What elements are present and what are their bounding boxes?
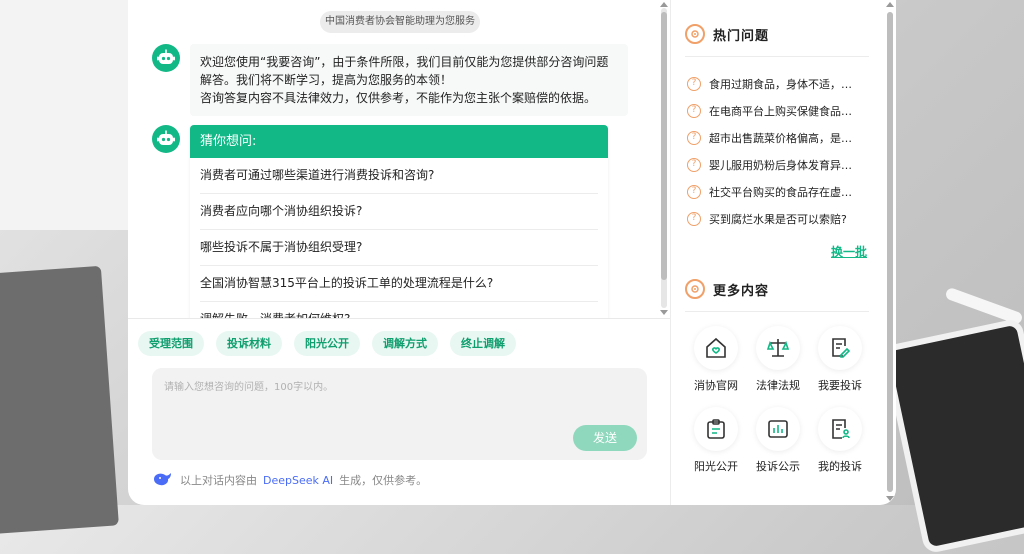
grid-label: 消协官网 xyxy=(694,379,738,392)
sidebar: 热门问题 ? 食用过期食品，身体不适，… ? 在电商平台上购买保健食品… ? 超… xyxy=(671,0,896,505)
chat-area: 中国消费者协会智能助理为您服务 欢迎您使用“我要咨询”，由于条件所限，我们目前仅… xyxy=(128,0,670,505)
grid-label: 法律法规 xyxy=(756,379,800,392)
suggested-question[interactable]: 全国消协智慧315平台上的投诉工单的处理流程是什么? xyxy=(200,266,598,302)
welcome-line-1: 欢迎您使用“我要咨询”，由于条件所限，我们目前仅能为您提供部分咨询问题解答。我们… xyxy=(200,55,609,87)
chat-header-title: 中国消费者协会智能助理为您服务 xyxy=(320,11,480,33)
scroll-up-arrow-icon[interactable] xyxy=(886,2,894,7)
suggested-questions-card: 猜你想问: 消费者可通过哪些渠道进行消费投诉和咨询? 消费者应向哪个消协组织投诉… xyxy=(190,125,608,318)
grid-label: 我的投诉 xyxy=(818,460,862,473)
chat-scrollbar[interactable] xyxy=(661,8,667,308)
edit-document-icon xyxy=(818,326,862,370)
more-item-laws[interactable]: 法律法规 xyxy=(747,326,809,393)
assistant-panel: 中国消费者协会智能助理为您服务 欢迎您使用“我要咨询”，由于条件所限，我们目前仅… xyxy=(128,0,896,505)
question-mark-icon: ? xyxy=(687,157,701,172)
welcome-message: 欢迎您使用“我要咨询”，由于条件所限，我们目前仅能为您提供部分咨询问题解答。我们… xyxy=(190,44,628,116)
more-item-official-site[interactable]: 消协官网 xyxy=(685,326,747,393)
deepseek-link[interactable]: DeepSeek AI xyxy=(263,474,333,487)
welcome-line-2: 咨询答复内容不具法律效力，仅供参考，不能作为您主张个案赔偿的依据。 xyxy=(200,91,597,105)
quick-topic-chips: 受理范围 投诉材料 阳光公开 调解方式 终止调解 xyxy=(138,331,516,356)
suggested-question[interactable]: 哪些投诉不属于消协组织受理? xyxy=(200,230,598,266)
clipboard-icon xyxy=(694,407,738,451)
refresh-button[interactable]: 换一批 xyxy=(831,243,867,260)
chip-mediation-method[interactable]: 调解方式 xyxy=(372,331,438,356)
hot-question-text: 社交平台购买的食品存在虚… xyxy=(709,185,852,199)
hot-question-item[interactable]: ? 在电商平台上购买保健食品… xyxy=(687,97,869,124)
divider xyxy=(128,318,670,319)
chip-materials[interactable]: 投诉材料 xyxy=(216,331,282,356)
hot-question-text: 婴儿服用奶粉后身体发育异… xyxy=(709,158,852,172)
hot-question-text: 超市出售蔬菜价格偏高，是… xyxy=(709,131,852,145)
suggested-question[interactable]: 消费者应向哪个消协组织投诉? xyxy=(200,194,598,230)
chip-end-mediation[interactable]: 终止调解 xyxy=(450,331,516,356)
grid-label: 阳光公开 xyxy=(694,460,738,473)
question-mark-icon: ? xyxy=(687,130,701,145)
hot-questions-label: 热门问题 xyxy=(713,28,770,44)
scroll-down-arrow-icon[interactable] xyxy=(886,496,894,501)
target-icon xyxy=(685,279,705,299)
robot-avatar-icon xyxy=(152,44,180,72)
question-mark-icon: ? xyxy=(687,211,701,226)
divider xyxy=(685,311,869,312)
ai-disclaimer: 以上对话内容由 DeepSeek AI 生成，仅供参考。 xyxy=(152,471,427,489)
suggested-question[interactable]: 消费者可通过哪些渠道进行消费投诉和咨询? xyxy=(200,158,598,194)
bar-chart-icon xyxy=(756,407,800,451)
deepseek-whale-icon xyxy=(152,471,174,490)
scroll-down-arrow-icon[interactable] xyxy=(660,310,668,315)
grid-label: 投诉公示 xyxy=(756,460,800,473)
hot-question-text: 在电商平台上购买保健食品… xyxy=(709,104,852,118)
hot-question-item[interactable]: ? 社交平台购买的食品存在虚… xyxy=(687,178,869,205)
more-item-transparency[interactable]: 阳光公开 xyxy=(685,407,747,474)
more-item-public-complaints[interactable]: 投诉公示 xyxy=(747,407,809,474)
robot-avatar-icon xyxy=(152,125,180,153)
question-mark-icon: ? xyxy=(687,103,701,118)
chip-scope[interactable]: 受理范围 xyxy=(138,331,204,356)
divider xyxy=(685,56,869,57)
sidebar-scrollbar[interactable] xyxy=(887,12,893,492)
hot-questions-title: 热门问题 xyxy=(685,22,769,46)
hot-question-item[interactable]: ? 买到腐烂水果是否可以索赔? xyxy=(687,205,869,232)
scales-icon xyxy=(756,326,800,370)
grid-label: 我要投诉 xyxy=(818,379,862,392)
hot-question-item[interactable]: ? 婴儿服用奶粉后身体发育异… xyxy=(687,151,869,178)
question-mark-icon: ? xyxy=(687,76,701,91)
suggested-questions-title: 猜你想问: xyxy=(190,125,608,158)
question-input[interactable] xyxy=(162,376,636,430)
more-content-grid: 消协官网 法律法规 我要投诉 阳光公开 投诉公示 我的投诉 xyxy=(685,326,871,474)
suggested-question[interactable]: 调解失败，消费者如何维权? xyxy=(200,302,598,318)
chip-transparency[interactable]: 阳光公开 xyxy=(294,331,360,356)
disclaimer-suffix: 生成，仅供参考。 xyxy=(339,474,428,487)
chat-messages[interactable]: 中国消费者协会智能助理为您服务 欢迎您使用“我要咨询”，由于条件所限，我们目前仅… xyxy=(128,0,658,318)
more-item-my-complaints[interactable]: 我的投诉 xyxy=(809,407,871,474)
send-button[interactable]: 发送 xyxy=(573,425,637,451)
sidebar-scrollbar-thumb[interactable] xyxy=(887,12,893,492)
more-content-label: 更多内容 xyxy=(713,283,770,299)
home-heart-icon xyxy=(694,326,738,370)
hot-questions-list: ? 食用过期食品，身体不适，… ? 在电商平台上购买保健食品… ? 超市出售蔬菜… xyxy=(687,70,869,232)
background-notebook xyxy=(0,265,119,535)
hot-question-item[interactable]: ? 超市出售蔬菜价格偏高，是… xyxy=(687,124,869,151)
background-phone xyxy=(881,317,1024,554)
question-mark-icon: ? xyxy=(687,184,701,199)
disclaimer-prefix: 以上对话内容由 xyxy=(180,474,257,487)
more-item-complain[interactable]: 我要投诉 xyxy=(809,326,871,393)
hot-question-item[interactable]: ? 食用过期食品，身体不适，… xyxy=(687,70,869,97)
target-icon xyxy=(685,24,705,44)
hot-question-text: 食用过期食品，身体不适，… xyxy=(709,77,852,91)
question-input-box: 发送 xyxy=(152,368,647,460)
scroll-up-arrow-icon[interactable] xyxy=(660,2,668,7)
background-paper xyxy=(0,0,128,230)
hot-question-text: 买到腐烂水果是否可以索赔? xyxy=(709,212,847,226)
chat-scrollbar-thumb[interactable] xyxy=(661,12,667,280)
user-document-icon xyxy=(818,407,862,451)
more-content-title: 更多内容 xyxy=(685,277,769,301)
